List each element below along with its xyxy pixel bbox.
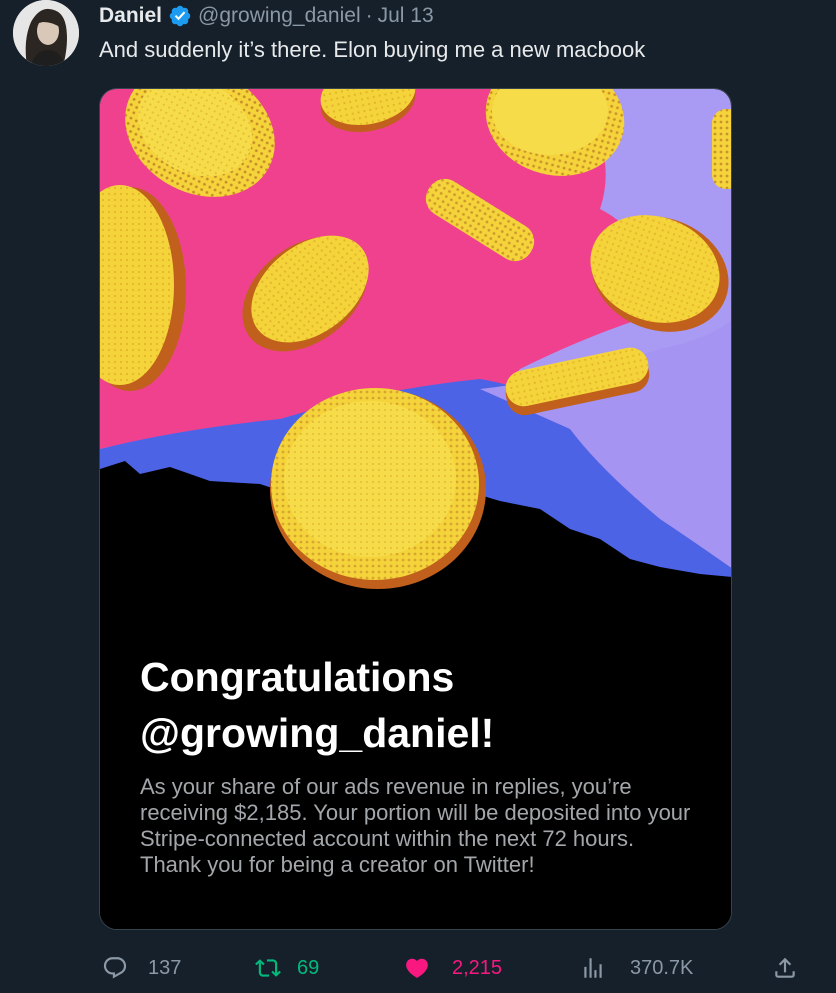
reply-button[interactable]: 137 [102,950,181,986]
share-button[interactable] [772,950,798,986]
views-count: 370.7K [630,956,694,979]
retweet-count: 69 [297,956,320,979]
retweet-icon [255,959,281,977]
separator-dot: · [365,4,373,27]
like-count: 2,215 [452,956,503,979]
media-image[interactable]: Congratulations @growing_daniel! As your… [99,88,732,930]
author-name[interactable]: Daniel [99,4,162,28]
tweet-date[interactable]: Jul 13 [378,4,434,28]
author-avatar[interactable] [13,0,79,66]
reply-count: 137 [148,956,182,979]
views-button[interactable]: 370.7K [580,950,693,986]
tweet-header: Daniel @growing_daniel · Jul 13 [99,2,434,30]
like-button[interactable]: 2,215 [404,950,502,986]
author-handle[interactable]: @growing_daniel [198,4,361,28]
tweet-text: And suddenly it’s there. Elon buying me … [99,37,646,62]
card-body-text: As your share of our ads revenue in repl… [140,774,691,877]
verified-badge-icon [168,4,192,28]
avatar-photo [13,0,79,66]
reply-icon [103,957,127,979]
card-title-line1: Congratulations [140,654,455,700]
views-icon [584,958,602,978]
card-title: Congratulations @growing_daniel! [140,649,700,761]
share-icon [775,957,795,978]
retweet-button[interactable]: 69 [255,950,319,986]
card-title-line2: @growing_daniel! [140,710,495,756]
tweet-actions: 137 69 2,215 370.7K [0,950,836,986]
like-icon [406,958,428,978]
